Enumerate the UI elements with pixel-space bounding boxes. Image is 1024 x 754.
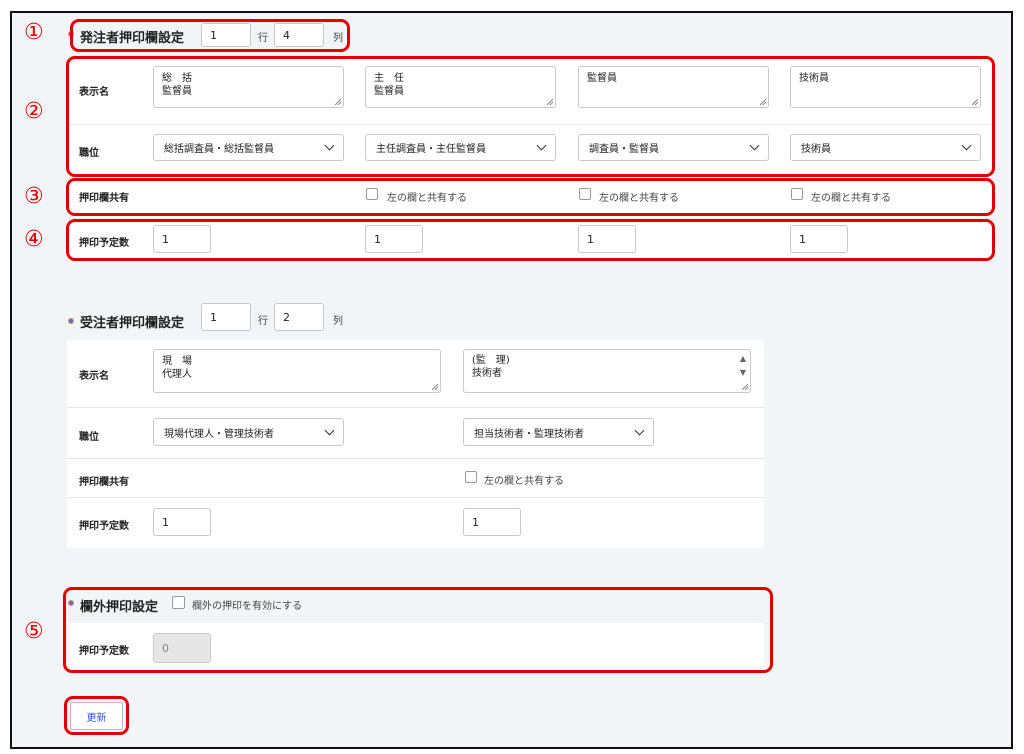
annotation-box-3 — [66, 178, 995, 216]
contractor-position-select[interactable]: 担当技術者・監理技術者 — [463, 418, 654, 446]
contractor-rows-unit: 行 — [258, 316, 268, 327]
contractor-display-name-textarea[interactable]: (監 理) 技術者 ▲ ▼ — [463, 349, 751, 393]
annotation-box-4 — [66, 219, 995, 261]
contractor-display-name-label: 表示名 — [79, 371, 109, 382]
chevron-down-icon — [324, 425, 335, 435]
marker-5: ⑤ — [24, 619, 44, 644]
contractor-share-label: 押印欄共有 — [79, 477, 129, 488]
contractor-position-select[interactable]: 現場代理人・管理技術者 — [153, 418, 344, 446]
resize-grip-icon[interactable] — [742, 384, 748, 390]
contractor-position-label: 職位 — [79, 432, 99, 443]
annotation-box-1 — [70, 19, 350, 52]
contractor-planned-input[interactable]: 1 — [463, 508, 521, 536]
row-divider — [67, 458, 764, 459]
marker-1: ① — [24, 20, 44, 45]
contractor-cols-input[interactable]: 2 — [274, 303, 324, 331]
contractor-share-checkbox[interactable] — [465, 471, 477, 483]
annotation-box-2 — [66, 56, 995, 177]
chevron-down-icon — [634, 425, 645, 435]
marker-4: ④ — [24, 227, 44, 252]
section-bullet-icon — [68, 318, 74, 324]
marker-3: ③ — [24, 184, 44, 209]
resize-grip-icon[interactable] — [432, 384, 438, 390]
row-divider — [67, 407, 764, 408]
contractor-planned-input[interactable]: 1 — [153, 508, 211, 536]
scroll-up-icon[interactable]: ▲ — [740, 352, 746, 365]
contractor-display-name-textarea[interactable]: 現 場 代理人 — [153, 349, 441, 393]
row-divider — [67, 497, 764, 498]
marker-2: ② — [24, 99, 44, 124]
annotation-box-5 — [63, 587, 773, 673]
contractor-share-text: 左の欄と共有する — [484, 476, 564, 487]
contractor-planned-label: 押印予定数 — [79, 521, 129, 532]
contractor-rows-input[interactable]: 1 — [201, 303, 251, 331]
contractor-cols-unit: 列 — [333, 316, 343, 327]
contractor-section-title: 受注者押印欄設定 — [80, 316, 185, 331]
annotation-box-update — [64, 696, 129, 735]
scroll-down-icon[interactable]: ▼ — [740, 366, 746, 379]
